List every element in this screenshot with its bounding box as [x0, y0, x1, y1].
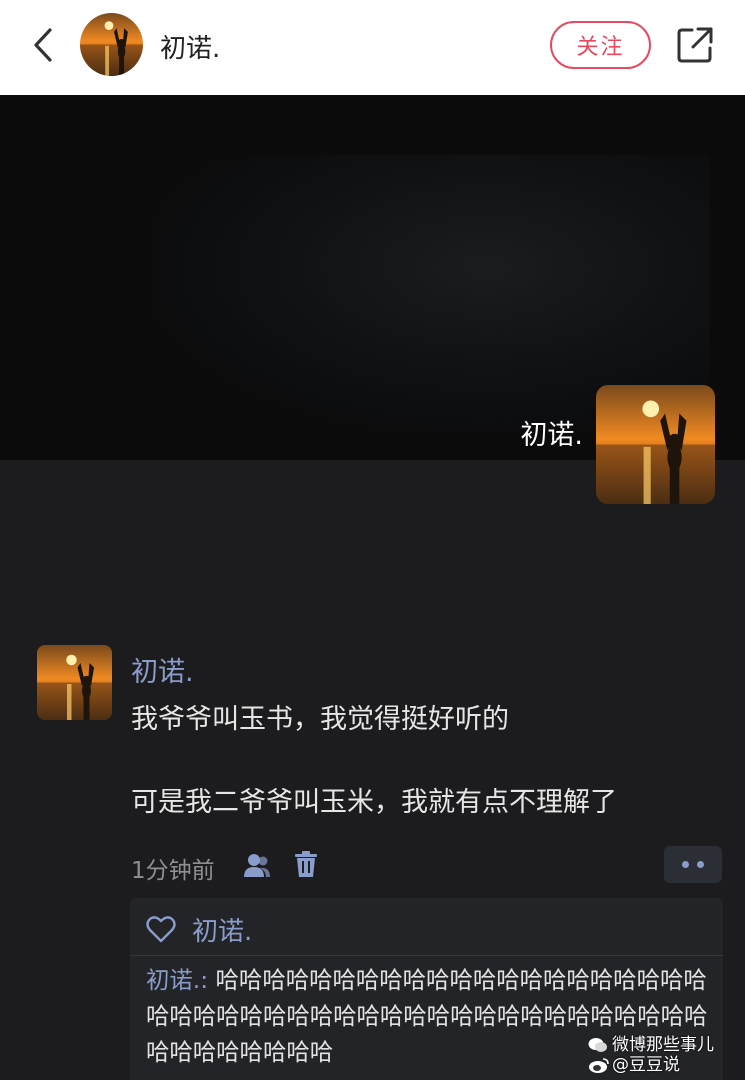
share-icon[interactable] — [676, 26, 714, 64]
comment-text-line1: 我爷爷叫玉书，我觉得挺好听的 — [131, 704, 509, 735]
header-username[interactable]: 初诺. — [160, 28, 220, 65]
divider — [130, 955, 723, 956]
follow-button[interactable]: 关注 — [550, 21, 651, 69]
cover-username: 初诺. — [520, 420, 583, 451]
like-row: 初诺. — [146, 911, 252, 948]
watermark-line2: @豆豆说 — [612, 1055, 680, 1075]
profile-avatar[interactable] — [596, 385, 715, 504]
trash-icon[interactable] — [294, 850, 318, 878]
comment-text-line2: 可是我二爷爷叫玉米，我就有点不理解了 — [131, 787, 617, 818]
back-icon[interactable] — [26, 25, 60, 65]
top-bar: 初诺. 关注 — [0, 0, 745, 95]
comment-timestamp: 1分钟前 — [131, 858, 215, 884]
watermark: 微博那些事儿 @豆豆说 — [588, 1035, 745, 1075]
more-dot-icon — [697, 861, 704, 868]
comment-author[interactable]: 初诺. — [131, 650, 194, 689]
comment-avatar[interactable] — [37, 645, 112, 720]
weibo-icon — [589, 1057, 609, 1073]
user-icon[interactable] — [243, 852, 271, 878]
more-dot-icon — [682, 861, 689, 868]
watermark-line1: 微博那些事儿 — [612, 1035, 714, 1055]
liked-by-user[interactable]: 初诺. — [192, 911, 252, 948]
more-options-button[interactable] — [664, 846, 722, 883]
header-avatar[interactable] — [80, 13, 143, 76]
wechat-icon — [588, 1038, 607, 1052]
reply-author[interactable]: 初诺.: — [146, 966, 208, 994]
heart-icon[interactable] — [146, 915, 176, 943]
